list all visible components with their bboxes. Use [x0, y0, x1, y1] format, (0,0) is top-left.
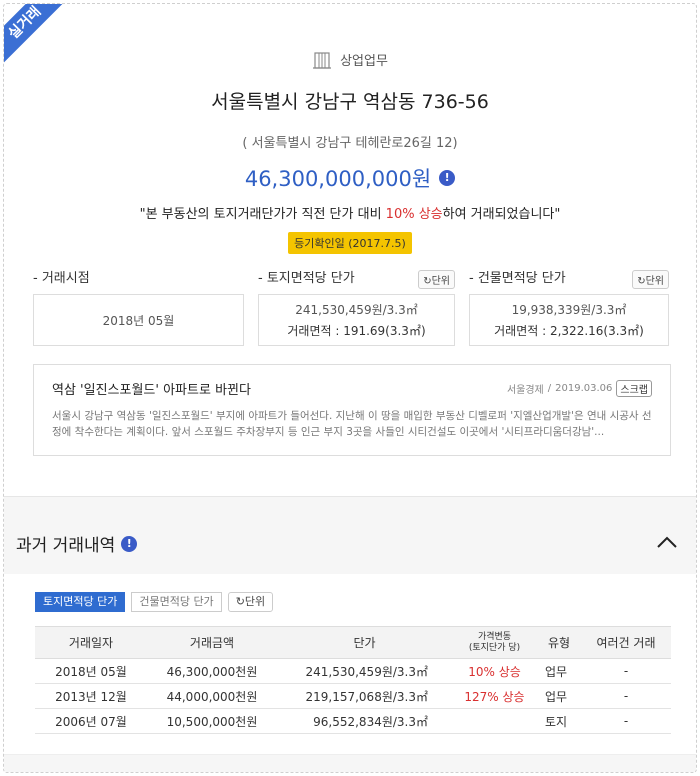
stat-land-price: - 토지면적당 단가 ↻단위 241,530,459원/3.3㎡ 거래면적 : …: [258, 268, 455, 346]
refresh-icon: ↻: [235, 595, 245, 608]
row-change: [452, 708, 537, 734]
stat-building-price: - 건물면적당 단가 ↻단위 19,938,339원/3.3㎡ 거래면적 : 2…: [469, 268, 669, 346]
row-date: 2006년 07월: [35, 708, 147, 734]
news-title[interactable]: 역삼 '일진스포월드' 아파트로 바뀐다: [52, 379, 251, 398]
table-row[interactable]: 2006년 07월 10,500,000천원 96,552,834원/3.3㎡ …: [35, 708, 671, 734]
listing-header: 상업업무 서울특별시 강남구 역삼동 736-56 ( 서울특별시 강남구 테헤…: [4, 4, 696, 254]
chevron-up-icon[interactable]: [656, 535, 678, 549]
col-price: 단가: [277, 626, 452, 659]
stat-value: 2018년 05월: [102, 313, 175, 328]
unit-label: 단위: [645, 276, 664, 287]
history-title-text: 과거 거래내역: [16, 536, 116, 556]
table-row[interactable]: 2013년 12월 44,000,000천원 219,157,068원/3.3㎡…: [35, 683, 671, 709]
stat-box: 19,938,339원/3.3㎡ 거래면적 : 2,322.16(3.3㎡): [469, 294, 669, 346]
info-icon[interactable]: !: [439, 169, 456, 186]
news-body: 서울시 강남구 역삼동 '일진스포월드' 부지에 아파트가 들어선다. 지난해 …: [52, 410, 652, 438]
stat-label: - 거래시점: [33, 271, 90, 286]
building-unit-button[interactable]: ↻단위: [632, 270, 669, 289]
building-area-value: 거래면적 : 2,322.16(3.3㎡): [494, 324, 644, 338]
stat-trade-date: - 거래시점 2018년 05월: [33, 268, 244, 346]
row-type: 업무: [537, 658, 581, 684]
land-price-value: 241,530,459원/3.3㎡: [295, 303, 418, 317]
row-multi: -: [581, 658, 671, 684]
news-card[interactable]: 역삼 '일진스포월드' 아파트로 바뀐다 서울경제 / 2019.03.06 스…: [33, 364, 671, 456]
building-icon: [313, 51, 332, 69]
news-source: 서울경제: [506, 385, 544, 396]
history-section-header[interactable]: 과거 거래내역 !: [4, 496, 696, 574]
building-price-value: 19,938,339원/3.3㎡: [511, 303, 627, 317]
row-type: 업무: [537, 683, 581, 709]
tab-land-price[interactable]: 토지면적당 단가: [35, 592, 126, 612]
col-type: 유형: [537, 626, 581, 659]
news-header: 역삼 '일진스포월드' 아파트로 바뀐다 서울경제 / 2019.03.06 스…: [52, 379, 652, 398]
listing-card: 실거래 상업업무 서울특별시 강남구 역삼동 736-56 ( 서울특별시 강남…: [3, 3, 697, 773]
trade-price-value: 46,300,000,000원: [244, 166, 432, 191]
row-date: 2013년 12월: [35, 683, 147, 709]
category: 상업업무: [312, 50, 388, 69]
refresh-icon: ↻: [423, 276, 432, 287]
row-price: 219,157,068원/3.3㎡: [277, 683, 452, 709]
row-multi: -: [581, 708, 671, 734]
unit-label: 단위: [431, 276, 450, 287]
land-area-value: 거래면적 : 191.69(3.3㎡): [287, 324, 426, 338]
unit-label: 단위: [244, 595, 266, 608]
refresh-icon: ↻: [637, 276, 646, 287]
col-multi: 여러건 거래: [581, 626, 671, 659]
registration-badge: 등기확인일 (2017.7.5): [288, 231, 412, 254]
row-amount: 46,300,000천원: [147, 658, 277, 684]
scrap-button[interactable]: 스크랩: [616, 380, 652, 397]
table-row[interactable]: 2018년 05월 46,300,000천원 241,530,459원/3.3㎡…: [35, 658, 671, 684]
row-change: 127% 상승: [452, 683, 537, 709]
sentence-post: 하여 거래되었습니다": [442, 206, 561, 222]
row-amount: 10,500,000천원: [147, 708, 277, 734]
row-amount: 44,000,000천원: [147, 683, 277, 709]
sentence-up: 10% 상승: [385, 206, 443, 222]
trade-price: 46,300,000,000원 !: [244, 163, 456, 193]
col-change-line2: (토지단가 당): [468, 642, 521, 653]
history-title: 과거 거래내역 !: [16, 531, 138, 556]
row-change: 10% 상승: [452, 658, 537, 684]
row-multi: -: [581, 683, 671, 709]
col-amount: 거래금액: [147, 626, 277, 659]
price-change-sentence: "본 부동산의 토지거래단가가 직전 단가 대비 10% 상승하여 거래되었습니…: [4, 203, 696, 222]
info-icon[interactable]: !: [121, 535, 138, 552]
address-title: 서울특별시 강남구 역삼동 736-56: [211, 90, 489, 113]
table-header-row: 거래일자 거래금액 단가 가격변동 (토지단가 당) 유형 여러건 거래: [35, 626, 671, 659]
land-unit-button[interactable]: ↻단위: [418, 270, 455, 289]
row-type: 토지: [537, 708, 581, 734]
sentence-pre: "본 부동산의 토지거래단가가 직전 단가 대비: [139, 206, 386, 222]
col-change-line1: 가격변동: [477, 631, 512, 642]
row-price: 241,530,459원/3.3㎡: [277, 658, 452, 684]
history-table: 거래일자 거래금액 단가 가격변동 (토지단가 당) 유형 여러건 거래 201…: [35, 626, 671, 734]
tab-building-price[interactable]: 건물면적당 단가: [131, 592, 222, 612]
row-price: 96,552,834원/3.3㎡: [277, 708, 452, 734]
history-tabs: 토지면적당 단가 건물면적당 단가 ↻단위: [35, 592, 274, 612]
road-address: ( 서울특별시 강남구 테헤란로26길 12): [242, 135, 458, 151]
col-date: 거래일자: [35, 626, 147, 659]
history-unit-button[interactable]: ↻단위: [227, 592, 274, 612]
row-date: 2018년 05월: [35, 658, 147, 684]
news-date: 2019.03.06: [555, 383, 613, 394]
news-sep: /: [547, 383, 552, 394]
category-label: 상업업무: [340, 54, 388, 69]
news-meta: 서울경제 / 2019.03.06 스크랩: [507, 380, 652, 397]
bottom-strip: [4, 754, 696, 772]
stat-box: 2018년 05월: [33, 294, 244, 346]
col-change: 가격변동 (토지단가 당): [452, 626, 537, 659]
stat-box: 241,530,459원/3.3㎡ 거래면적 : 191.69(3.3㎡): [258, 294, 455, 346]
